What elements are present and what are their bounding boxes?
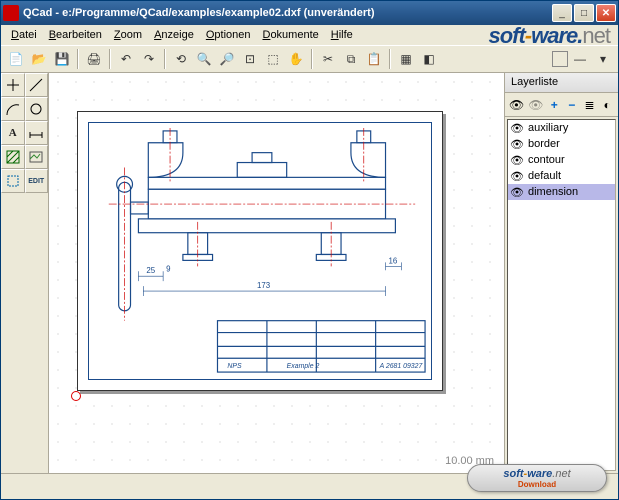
print-button[interactable]: 🖨 [83,48,105,70]
window-title: QCad - e:/Programme/QCad/examples/exampl… [23,7,552,19]
snap-indicator[interactable] [552,51,568,67]
cut-button[interactable]: ✂ [317,48,339,70]
undo-button[interactable]: ↶ [115,48,137,70]
layer-item-auxiliary[interactable]: 👁auxiliary [508,120,615,136]
open-button[interactable]: 📂 [28,48,50,70]
download-badge[interactable]: soft-ware.net Download [467,464,607,492]
menu-dokumente[interactable]: Dokumente [256,27,324,43]
toolbar-dropdown-button[interactable]: ▾ [592,48,614,70]
menu-datei[interactable]: Datei [5,27,43,43]
zoom-out-button[interactable]: 🔎 [216,48,238,70]
zoom-pan-button[interactable]: ✋ [285,48,307,70]
minimize-button[interactable]: _ [552,4,572,22]
tool-point[interactable] [1,73,25,97]
layer-hideall-icon[interactable]: 👁 [528,97,543,113]
titlebar: QCad - e:/Programme/QCad/examples/exampl… [1,1,618,25]
origin-marker [71,391,81,401]
zoom-window-button[interactable]: ⬚ [262,48,284,70]
grid-button[interactable]: ▦ [395,48,417,70]
draft-button[interactable]: ◧ [418,48,440,70]
zoom-redraw-button[interactable]: ⟲ [170,48,192,70]
menu-optionen[interactable]: Optionen [200,27,257,43]
dim-25: 25 [146,266,155,275]
app-window: QCad - e:/Programme/QCad/examples/exampl… [0,0,619,500]
tool-hatch[interactable] [1,145,25,169]
drawing-border: 25 173 16 9 NPS Example 2 A 2681 09327 [88,122,432,380]
layer-attr-button[interactable]: ◐ [600,97,614,113]
layer-panel-title: Layerliste [505,73,618,93]
dim-173: 173 [257,281,271,290]
canvas-area[interactable]: 25 173 16 9 NPS Example 2 A 2681 09327 [49,73,504,473]
layer-item-border[interactable]: 👁border [508,136,615,152]
dim-9: 9 [166,264,171,273]
app-icon [3,5,19,21]
tool-line[interactable] [25,73,49,97]
eye-icon: 👁 [510,138,524,151]
layer-toolbar: 👁 👁 + − ≣ ◐ [505,93,618,117]
layer-showall-icon[interactable]: 👁 [509,97,524,113]
eye-icon: 👁 [510,170,524,183]
main-toolbar: 📄 📂 💾 🖨 ↶ ↷ ⟲ 🔍 🔎 ⊡ ⬚ ✋ ✂ ⧉ 📋 ▦ ◧ — ▾ [1,45,618,73]
eye-icon: 👁 [510,122,524,135]
left-toolbox: A EDIT [1,73,49,473]
menubar: Datei Bearbeiten Zoom Anzeige Optionen D… [1,25,618,45]
zoom-auto-button[interactable]: ⊡ [239,48,261,70]
tool-select[interactable] [1,169,25,193]
tool-arc[interactable] [1,97,25,121]
eye-icon: 👁 [510,154,524,167]
redo-button[interactable]: ↷ [138,48,160,70]
layer-item-default[interactable]: 👁default [508,168,615,184]
tool-circle[interactable] [25,97,49,121]
layer-item-contour[interactable]: 👁contour [508,152,615,168]
tool-image[interactable] [25,145,49,169]
maximize-button[interactable]: □ [574,4,594,22]
menu-zoom[interactable]: Zoom [108,27,148,43]
main-body: A EDIT [1,73,618,473]
layer-list: 👁auxiliary 👁border 👁contour 👁default 👁di… [507,119,616,471]
menu-hilfe[interactable]: Hilfe [325,27,359,43]
tb-field3: A 2681 09327 [379,363,424,370]
layer-add-button[interactable]: + [547,97,561,113]
tb-field2: Example 2 [287,363,320,370]
layer-panel: Layerliste 👁 👁 + − ≣ ◐ 👁auxiliary 👁borde… [504,73,618,473]
close-button[interactable]: ✕ [596,4,616,22]
drawing-paper: 25 173 16 9 NPS Example 2 A 2681 09327 [77,111,443,391]
tb-field1: NPS [227,363,242,370]
menu-bearbeiten[interactable]: Bearbeiten [43,27,108,43]
dim-16: 16 [388,256,397,265]
tool-dimension[interactable] [25,121,49,145]
zoom-in-button[interactable]: 🔍 [193,48,215,70]
watermark-logo: soft-ware.net [488,23,610,49]
eye-icon: 👁 [510,186,524,199]
layer-edit-button[interactable]: ≣ [583,97,597,113]
layer-remove-button[interactable]: − [565,97,579,113]
tool-text[interactable]: A [1,121,25,145]
save-button[interactable]: 💾 [51,48,73,70]
paste-button[interactable]: 📋 [363,48,385,70]
tool-edit[interactable]: EDIT [25,169,49,193]
layer-item-dimension[interactable]: 👁dimension [508,184,615,200]
new-button[interactable]: 📄 [5,48,27,70]
cad-drawing: 25 173 16 9 NPS Example 2 A 2681 09327 [89,123,431,380]
menu-anzeige[interactable]: Anzeige [148,27,200,43]
copy-button[interactable]: ⧉ [340,48,362,70]
toolbar-minus-button[interactable]: — [569,48,591,70]
